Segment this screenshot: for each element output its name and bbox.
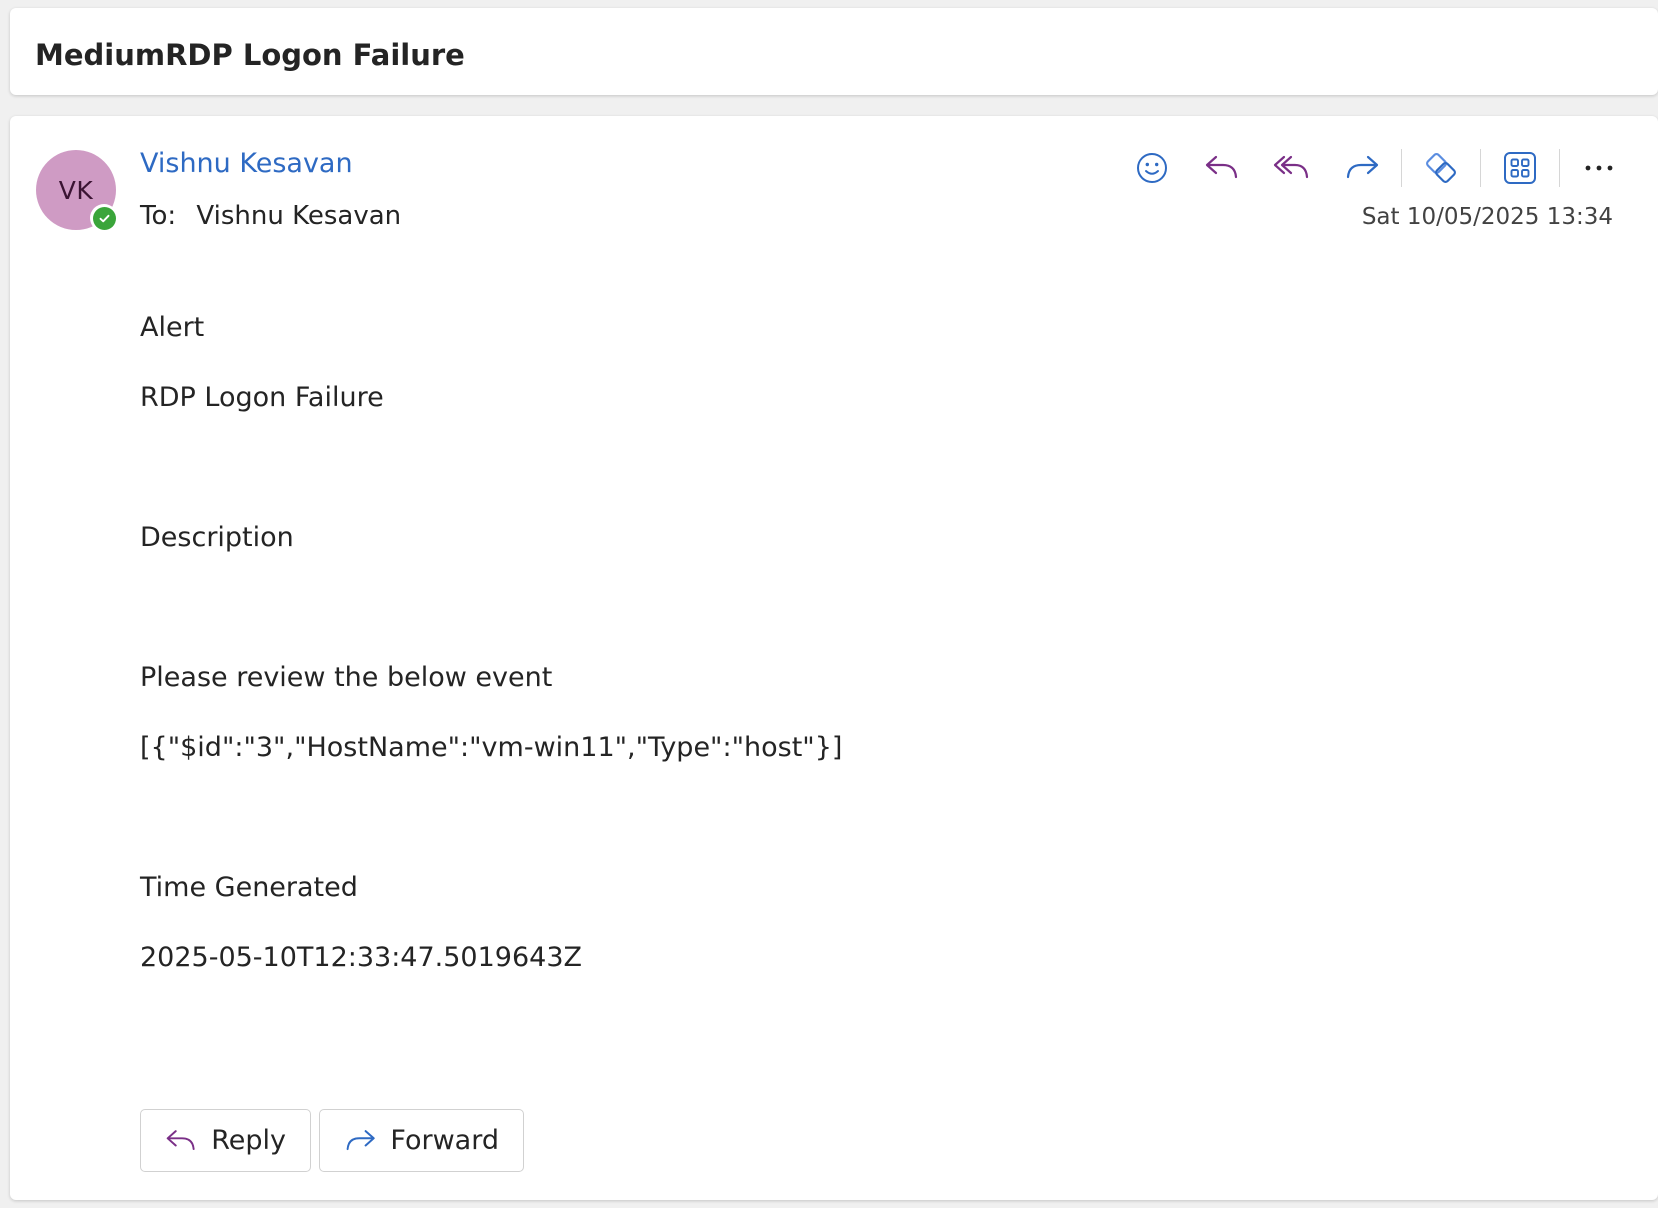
message-timestamp: Sat 10/05/2025 13:34 [1361,204,1613,230]
toolbar-divider [1480,149,1481,187]
subject-header: MediumRDP Logon Failure [10,8,1658,95]
presence-badge [90,204,118,232]
toolbar-divider [1559,149,1560,187]
email-subject: MediumRDP Logon Failure [35,38,465,72]
avatar-initials: VK [58,175,94,205]
reply-button-label: Reply [211,1125,286,1156]
presence-available-icon [92,206,116,230]
body-heading-description: Description [140,522,294,553]
recipients-row: To: Vishnu Kesavan [140,201,401,231]
more-icon [1585,165,1613,171]
sender-name-link[interactable]: Vishnu Kesavan [140,148,353,179]
viva-insights-button[interactable] [1417,144,1465,192]
more-actions-button[interactable] [1575,144,1623,192]
message-toolbar [1117,144,1634,192]
reply-all-button[interactable] [1268,144,1316,192]
reply-button[interactable] [1198,144,1246,192]
body-alert-name: RDP Logon Failure [140,382,384,413]
forward-footer-button[interactable]: Forward [319,1109,524,1172]
to-label: To: [140,201,177,231]
apps-icon [1504,152,1536,184]
forward-icon [346,1129,375,1150]
body-heading-time: Time Generated [140,872,358,903]
body-entity-json: [{"$id":"3","HostName":"vm-win11","Type"… [140,732,843,763]
toolbar-divider [1401,149,1402,187]
body-heading-alert: Alert [140,312,205,343]
forward-button[interactable] [1338,144,1386,192]
reply-footer-button[interactable]: Reply [140,1109,311,1172]
body-time-value: 2025-05-10T12:33:47.5019643Z [140,942,582,973]
body-description-text: Please review the below event [140,662,553,693]
forward-icon [1346,155,1379,179]
reply-all-icon [1273,155,1309,179]
message-card: VK Vishnu Kesavan To: Vishnu Kesavan Sat… [10,116,1658,1200]
emoji-icon [1137,153,1167,183]
apps-button[interactable] [1496,144,1544,192]
viva-icon [1426,153,1456,183]
reply-icon [1205,155,1238,179]
recipient-name[interactable]: Vishnu Kesavan [196,201,401,231]
reply-icon [166,1129,195,1150]
emoji-button[interactable] [1128,144,1176,192]
forward-button-label: Forward [390,1125,499,1156]
